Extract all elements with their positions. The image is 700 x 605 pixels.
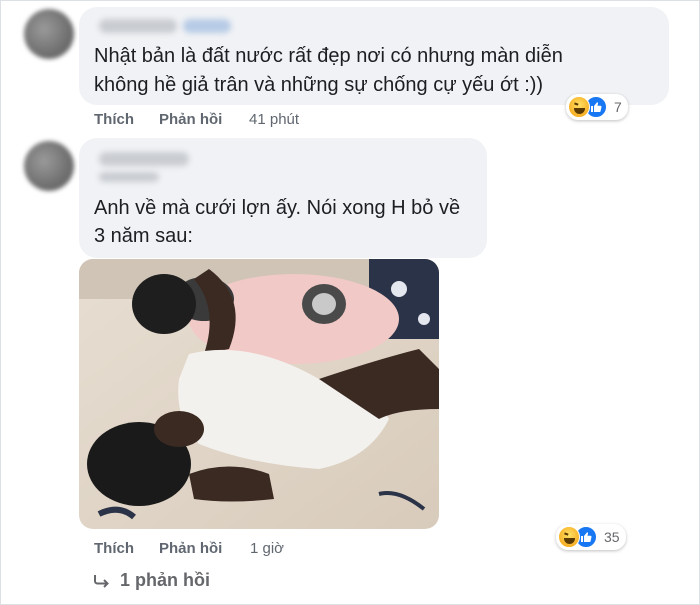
author-subtitle	[99, 172, 159, 182]
haha-icon	[568, 96, 590, 118]
comment-text: 3 năm sau:	[94, 225, 193, 247]
reaction-count: 7	[614, 99, 622, 115]
comment-thread: Nhật bản là đất nước rất đẹp nơi có nhưn…	[0, 0, 700, 605]
comment-text: Anh về mà cưới lợn ấy. Nói xong H bỏ về	[94, 197, 461, 219]
comment-timestamp[interactable]: 41 phút	[249, 111, 299, 128]
comment-photo[interactable]	[79, 259, 439, 529]
replies-count-label: 1 phản hồi	[120, 570, 210, 590]
comment-text: không hề giả trân và những sự chống cự y…	[94, 74, 544, 96]
reply-arrow-icon	[94, 574, 109, 588]
avatar[interactable]	[24, 141, 74, 191]
photo-illustration	[79, 259, 439, 529]
author-name[interactable]	[99, 19, 177, 33]
like-action-button[interactable]: Thích	[94, 111, 134, 128]
reaction-count: 35	[604, 529, 620, 545]
view-replies-button[interactable]: 1 phản hồi	[94, 570, 210, 591]
comment-text: Nhật bản là đất nước rất đẹp nơi có nhưn…	[94, 45, 563, 67]
haha-icon	[558, 526, 580, 548]
reaction-summary[interactable]: 35	[556, 524, 626, 550]
reply-action-button[interactable]: Phản hồi	[159, 111, 222, 128]
like-action-button[interactable]: Thích	[94, 540, 134, 557]
author-name[interactable]	[99, 152, 189, 166]
reply-action-button[interactable]: Phản hồi	[159, 540, 222, 557]
avatar[interactable]	[24, 9, 74, 59]
comment-timestamp[interactable]: 1 giờ	[250, 540, 284, 557]
author-badge	[183, 19, 231, 33]
reaction-summary[interactable]: 7	[566, 94, 628, 120]
